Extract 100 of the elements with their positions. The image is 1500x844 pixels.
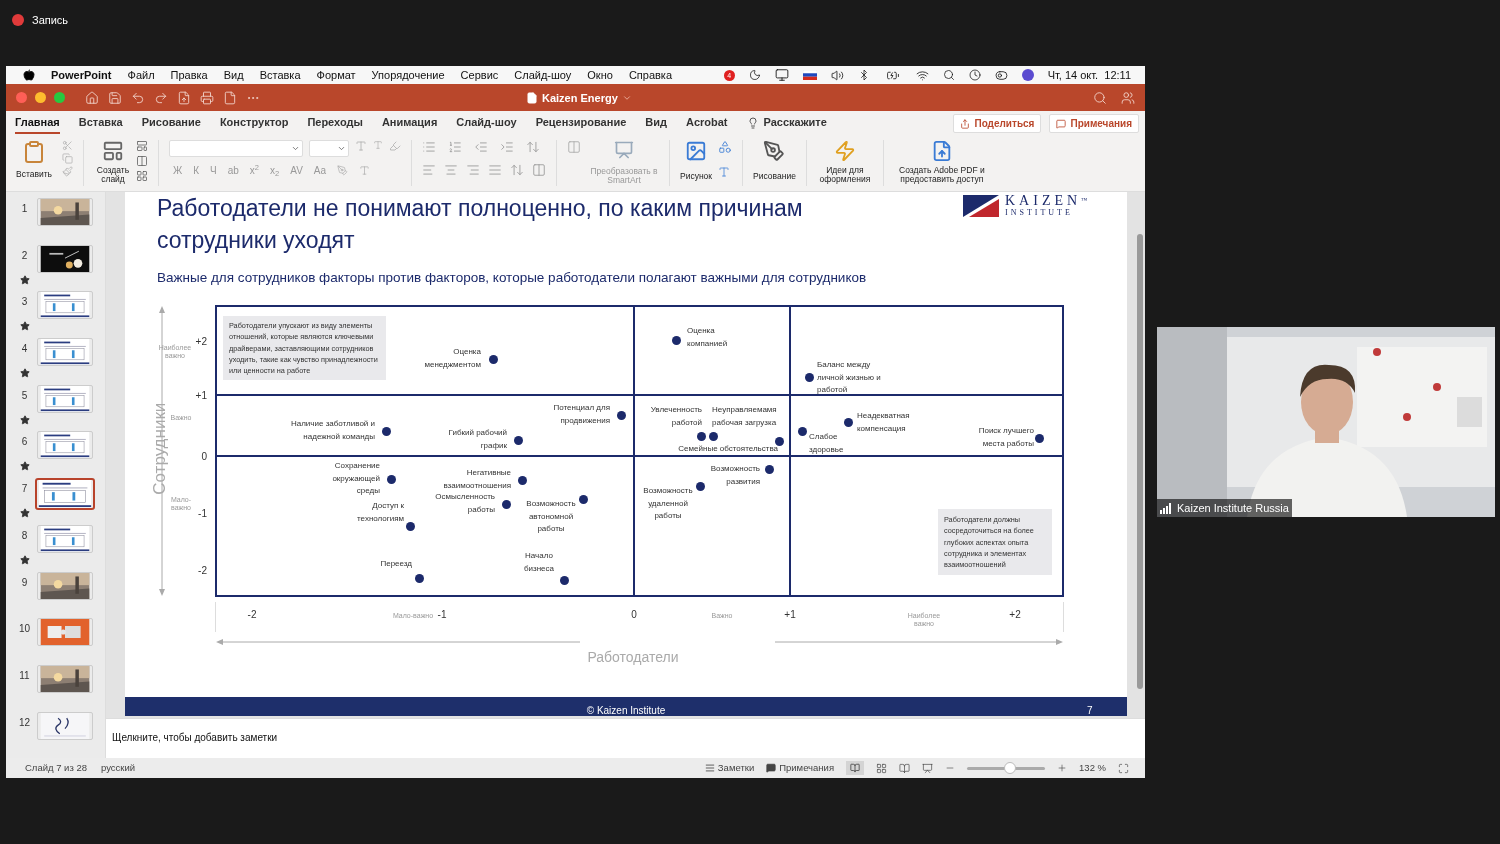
format-painter-icon[interactable] <box>62 166 73 177</box>
ribbon-tab[interactable]: Конструктор <box>219 111 289 134</box>
wifi-icon[interactable] <box>915 68 929 82</box>
new-slide-button[interactable]: Создать слайд <box>94 140 132 184</box>
menu-item[interactable]: Вставка <box>259 66 301 84</box>
ribbon-tab[interactable]: Acrobat <box>685 111 728 134</box>
section-icon[interactable] <box>136 170 148 182</box>
align-center-icon[interactable] <box>444 163 458 177</box>
menu-item[interactable]: Вид <box>223 66 244 84</box>
data-point <box>797 426 807 436</box>
bullets-icon[interactable] <box>422 140 436 154</box>
page-number: 7 <box>1087 704 1093 716</box>
paste-button[interactable]: Вставить <box>14 140 54 181</box>
grow-font-icon[interactable] <box>355 140 367 152</box>
print-icon[interactable] <box>200 90 214 105</box>
share-button[interactable]: Поделиться <box>953 114 1042 133</box>
fit-slide-icon[interactable] <box>1118 762 1129 774</box>
notes-button[interactable]: Заметки <box>704 760 755 776</box>
shrink-font-icon[interactable] <box>373 140 383 150</box>
data-point <box>1034 433 1044 443</box>
ribbon-tab[interactable]: Вид <box>645 111 667 134</box>
display-icon[interactable] <box>774 68 789 82</box>
language-label[interactable]: русский <box>100 760 136 776</box>
menu-item[interactable]: Файл <box>127 66 155 84</box>
save-icon[interactable] <box>108 90 122 105</box>
comment-icon <box>766 763 777 773</box>
ribbon-tab[interactable]: Рецензирование <box>535 111 627 134</box>
menu-item[interactable]: Сервис <box>460 66 499 84</box>
font-color-icon[interactable] <box>359 165 371 176</box>
menu-item[interactable]: Окно <box>587 66 613 84</box>
slide-number: 1 <box>21 202 28 216</box>
copy-icon[interactable] <box>62 153 73 164</box>
redo-icon[interactable] <box>154 90 168 105</box>
ribbon-tab[interactable]: Анимация <box>381 111 438 134</box>
sorter-view-icon[interactable] <box>876 762 888 774</box>
ribbon-tab[interactable]: Переходы <box>307 111 363 134</box>
zoom-in-icon[interactable] <box>1057 763 1068 773</box>
shapes-icon[interactable] <box>718 140 733 154</box>
ribbon-tab[interactable]: Слайд-шоу <box>456 111 517 134</box>
ribbon-tab[interactable]: Рисование <box>141 111 201 134</box>
align-right-icon[interactable] <box>466 163 480 177</box>
font-field[interactable] <box>169 140 303 157</box>
design-ideas-button[interactable]: Идеи для оформления <box>816 140 873 184</box>
layout-icon[interactable] <box>136 140 148 152</box>
y-axis-tick: -2 <box>197 564 207 578</box>
text-box-icon[interactable] <box>718 166 731 178</box>
home-icon[interactable] <box>85 90 99 105</box>
x-axis-title: Работодатели <box>586 648 680 667</box>
flag-icon[interactable] <box>802 70 817 80</box>
cut-icon[interactable] <box>62 140 73 151</box>
search-icon[interactable] <box>942 69 955 81</box>
search-icon[interactable] <box>1093 90 1107 105</box>
comments-button[interactable]: Примечания <box>1049 114 1139 133</box>
apple-icon[interactable] <box>23 69 35 81</box>
volume-icon[interactable] <box>830 68 844 82</box>
ribbon-tab[interactable]: Вставка <box>78 111 123 134</box>
columns-icon[interactable] <box>567 140 581 154</box>
font-size-field[interactable] <box>309 140 349 157</box>
reading-view-icon[interactable] <box>899 762 911 774</box>
save-as-icon[interactable] <box>177 90 191 105</box>
normal-view-button[interactable] <box>846 761 865 775</box>
moon-icon[interactable] <box>748 69 761 81</box>
control-center-icon[interactable] <box>994 68 1008 82</box>
menu-item[interactable]: Слайд-шоу <box>514 66 572 84</box>
notes-field[interactable]: Щелкните, чтобы добавить заметки <box>112 732 278 743</box>
justify-icon[interactable] <box>488 163 502 177</box>
numbering-icon[interactable] <box>448 140 462 154</box>
zoom-slider[interactable] <box>967 762 1046 774</box>
highlight-icon[interactable] <box>337 165 349 176</box>
menu-item[interactable]: Правка <box>170 66 208 84</box>
clear-format-icon[interactable] <box>389 140 401 152</box>
align-left-icon[interactable] <box>422 163 436 177</box>
picture-button[interactable]: Рисунок <box>680 140 713 183</box>
outdent-icon[interactable] <box>474 140 488 154</box>
zoom-level[interactable]: 132 % <box>1079 760 1106 776</box>
menu-item[interactable]: Формат <box>316 66 356 84</box>
comments-status-button[interactable]: Примечания <box>766 760 835 776</box>
undo-icon[interactable] <box>131 90 145 105</box>
assistant-icon[interactable] <box>1021 69 1034 81</box>
slide-thumbnail[interactable] <box>35 478 95 511</box>
scrollbar[interactable] <box>1137 234 1143 689</box>
line-spacing-icon[interactable] <box>526 140 540 154</box>
adobe-pdf-button[interactable]: Создать Adobe PDF и предоставить доступ <box>893 140 990 184</box>
point-label: Негативные взаимоотношения <box>442 467 511 492</box>
zoom-slider-thumb[interactable] <box>1003 762 1016 774</box>
collaborate-icon[interactable] <box>1121 90 1135 105</box>
slideshow-icon[interactable] <box>922 762 934 774</box>
close-button[interactable] <box>16 92 27 103</box>
menu-item[interactable]: Справка <box>628 66 673 84</box>
menu-item[interactable]: Упорядочение <box>371 66 445 84</box>
zoom-button[interactable] <box>54 92 65 103</box>
clock-icon[interactable] <box>968 69 981 81</box>
tell-me-field[interactable]: Расскажите <box>763 114 827 131</box>
drawing-button[interactable]: Рисование <box>753 140 796 183</box>
data-point <box>671 335 681 345</box>
minimize-button[interactable] <box>35 92 46 103</box>
new-file-icon[interactable] <box>223 90 237 105</box>
indent-icon[interactable] <box>500 140 514 154</box>
app-menu[interactable]: PowerPoint <box>51 66 112 84</box>
clock-text[interactable]: Чт, 14 окт. 12:11 <box>1047 66 1131 84</box>
